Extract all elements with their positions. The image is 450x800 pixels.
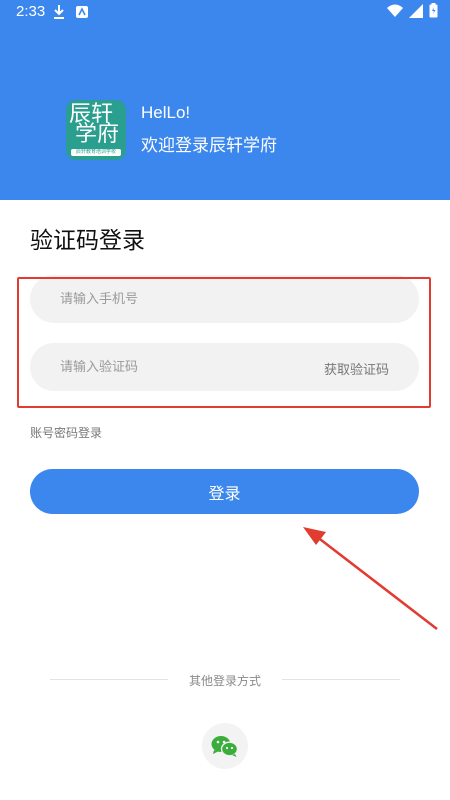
logo-strip: 辰轩教育培训学校 bbox=[71, 149, 121, 156]
logo-text-line2: 学府 bbox=[75, 122, 120, 147]
download-icon bbox=[52, 4, 66, 24]
battery-icon bbox=[429, 2, 438, 22]
status-time: 2:33 bbox=[16, 3, 46, 20]
wechat-icon bbox=[211, 736, 239, 757]
logo-strip-text: 辰轩教育培训学校 bbox=[75, 149, 116, 155]
other-login-label: 其他登录方式 bbox=[188, 674, 261, 688]
header-banner: 2:33 辰轩 学府 辰轩教育培训学校 HelLo! 欢迎登录辰轩学府 bbox=[0, 0, 450, 200]
signal-icon bbox=[409, 3, 423, 22]
login-button[interactable]: 登录 bbox=[30, 469, 419, 514]
welcome-text: 欢迎登录辰轩学府 bbox=[141, 136, 277, 156]
status-bar: 2:33 bbox=[0, 0, 450, 24]
page-title: 验证码登录 bbox=[30, 228, 145, 254]
wifi-icon bbox=[387, 3, 403, 22]
app-logo: 辰轩 学府 辰轩教育培训学校 bbox=[66, 100, 126, 160]
password-login-link[interactable]: 账号密码登录 bbox=[30, 424, 102, 441]
highlight-annotation-box bbox=[17, 277, 431, 408]
greeting-text: HelLo! bbox=[141, 103, 191, 122]
wechat-login-button[interactable] bbox=[202, 723, 248, 769]
app-notification-icon bbox=[75, 4, 89, 23]
